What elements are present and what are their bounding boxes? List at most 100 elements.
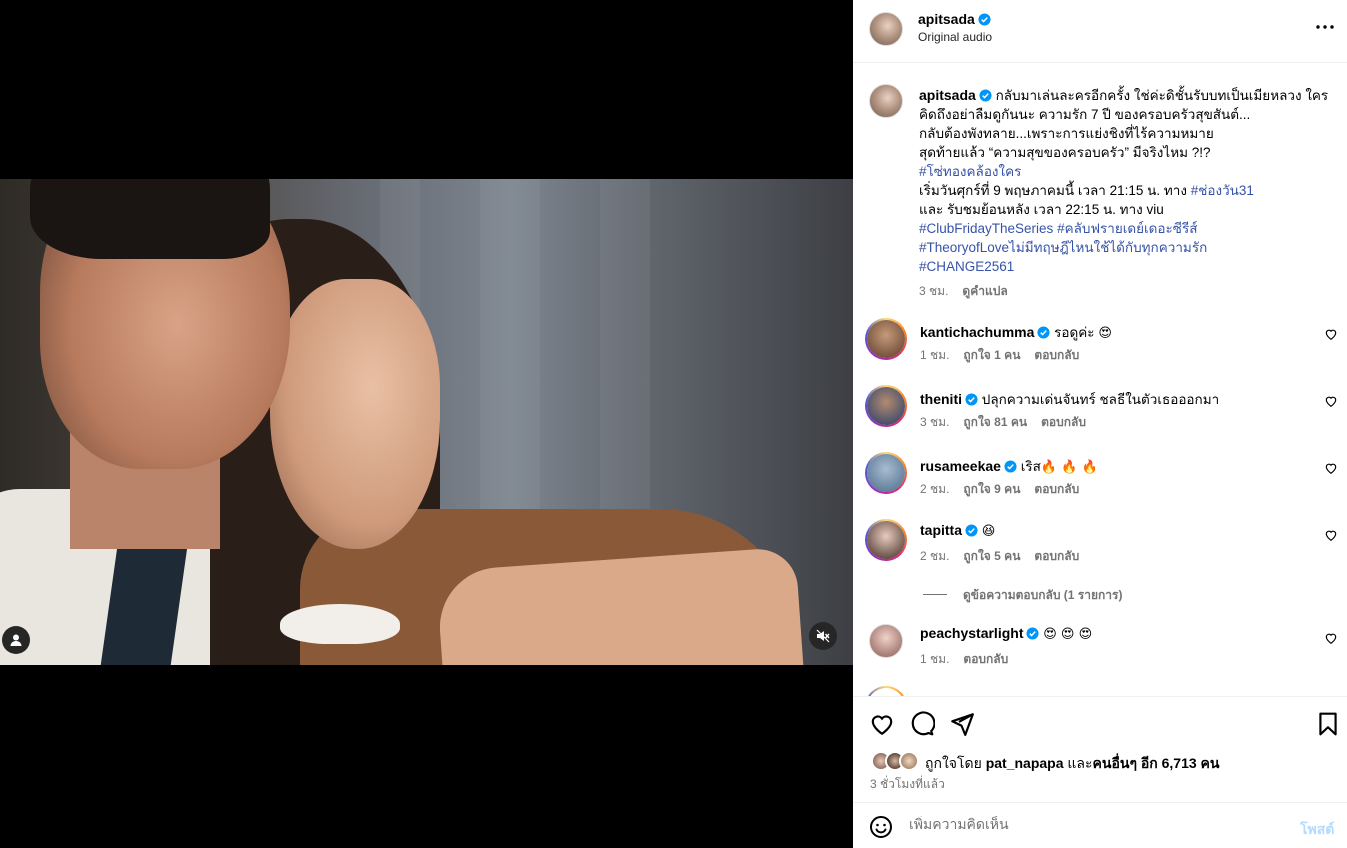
post-caption: apitsada กลับมาเล่นละครอีกครั้ง ใช่ค่ะดิ… [919, 86, 1328, 301]
comment-row: rusameekae เริส🔥 🔥 🔥 2 ชม. ถูกใจ 9 คน ตอบก… [853, 452, 1347, 514]
reply-button[interactable]: ตอบกลับ [1041, 415, 1086, 429]
verified-badge-icon [1004, 460, 1017, 473]
comment-row: peachystarlight 😍 😍 😍 1 ชม. ตอบกลับ [853, 624, 1347, 684]
comment-username[interactable]: tapitta [920, 522, 962, 538]
comment-input[interactable] [909, 816, 1269, 832]
avatar[interactable] [869, 624, 903, 658]
comment-emoji: 😆 [981, 524, 996, 539]
comment-time[interactable]: 1 ชม. [920, 348, 949, 362]
tagged-users-button[interactable] [2, 626, 30, 654]
comment-text: รอดูค่ะ [1054, 325, 1099, 340]
caption-line: และ รับชมย้อนหลัง เวลา 22:15 น. ทาง viu [919, 202, 1164, 217]
comment-likes[interactable]: ถูกใจ 1 คน [963, 348, 1020, 362]
comment-text: ปลุกความเด่นจันทร์ ชลธีในตัวเธอออกมา [981, 392, 1220, 407]
comment-likes[interactable]: ถูกใจ 5 คน [963, 549, 1020, 563]
video-player[interactable] [0, 179, 853, 665]
share-icon[interactable] [949, 711, 975, 737]
post-actions: ถูกใจโดย pat_napapa และคนอื่นๆ อีก 6,713… [853, 696, 1347, 802]
caption-line: เริ่มวันศุกร์ที่ 9 พฤษภาคมนี้ เวลา 21:15… [919, 183, 1191, 198]
reply-button[interactable]: ตอบกลับ [963, 652, 1008, 666]
mute-toggle-button[interactable] [809, 622, 837, 650]
post-side-panel: apitsada Original audio apitsada กลับมาเ… [853, 0, 1347, 848]
emoji-picker-icon[interactable] [869, 815, 893, 839]
hashtag-link[interactable]: #คลับฟรายเดย์เดอะซีรีส์ [1057, 221, 1197, 236]
heart-icon[interactable] [869, 711, 895, 737]
user-icon [10, 634, 22, 646]
comment-likes[interactable]: ถูกใจ 9 คน [963, 482, 1020, 496]
verified-badge-icon [965, 524, 978, 537]
comment-heart-icon[interactable] [1324, 461, 1338, 475]
caption-line: คิดถึงอย่าลืมดูกันนะ ความรัก 7 ปี ของครอ… [919, 107, 1251, 122]
caption-time[interactable]: 3 ชม. [919, 284, 948, 298]
post-comment-button[interactable]: โพสต์ [1300, 819, 1334, 841]
comment-row: tapitta 😆 2 ชม. ถูกใจ 5 คน ตอบกลับ [853, 519, 1347, 581]
comment-time[interactable]: 2 ชม. [920, 549, 949, 563]
comment-time[interactable]: 3 ชม. [920, 415, 949, 429]
view-replies-label: ดูข้อความตอบกลับ (1 รายการ) [963, 588, 1123, 602]
audio-label[interactable]: Original audio [918, 30, 992, 44]
caption-username[interactable]: apitsada [919, 87, 976, 103]
liked-by-user[interactable]: pat_napapa [986, 755, 1064, 771]
verified-badge-icon [979, 89, 992, 102]
more-horizontal-icon [1316, 25, 1334, 29]
hashtag-link[interactable]: #CHANGE2561 [919, 257, 1219, 276]
avatar[interactable] [867, 521, 905, 559]
comment-heart-icon[interactable] [1324, 528, 1338, 542]
volume-off-icon [816, 629, 830, 643]
comment-heart-icon[interactable] [1324, 631, 1338, 645]
see-translation-button[interactable]: ดูคำแปล [962, 284, 1007, 298]
caption-line: กลับต้องพังทลาย...เพราะการแย่งชิงที่ไร้ค… [919, 126, 1214, 141]
reply-button[interactable]: ตอบกลับ [1034, 482, 1079, 496]
verified-badge-icon [1026, 627, 1040, 640]
view-replies-button[interactable]: ดูข้อความตอบกลับ (1 รายการ) [923, 586, 1122, 605]
verified-badge-icon [978, 13, 991, 26]
video-figure-woman-face [270, 279, 440, 549]
hashtag-link[interactable]: #ClubFridayTheSeries [919, 221, 1053, 236]
reply-button[interactable]: ตอบกลับ [1034, 549, 1079, 563]
comment-username[interactable]: rusameekae [920, 458, 1001, 474]
avatar[interactable] [867, 387, 905, 425]
comment-time[interactable]: 1 ชม. [920, 652, 949, 666]
liked-by-prefix: ถูกใจโดย [925, 755, 986, 771]
likes-count-link[interactable]: คนอื่นๆ อีก 6,713 คน [1093, 755, 1220, 771]
reply-button[interactable]: ตอบกลับ [1034, 348, 1079, 362]
story-ring[interactable] [865, 686, 907, 696]
media-pane [0, 0, 853, 848]
verified-badge-icon [965, 393, 978, 406]
avatar[interactable] [869, 12, 903, 46]
comment-row: theniti ปลุกความเด่นจันทร์ ชลธีในตัวเธออ… [853, 385, 1347, 447]
comment-text: เริส [1020, 459, 1041, 474]
comment-emoji: 🔥 🔥 🔥 [1040, 460, 1098, 475]
comment-icon[interactable] [909, 711, 935, 737]
post-header: apitsada Original audio [853, 0, 1347, 63]
comment-heart-icon[interactable] [1324, 394, 1338, 408]
instagram-post-modal: apitsada Original audio apitsada กลับมาเ… [0, 0, 1347, 848]
comment-likes[interactable]: ถูกใจ 81 คน [963, 415, 1027, 429]
hashtag-link[interactable]: #โซ่ทองคล้องใคร [919, 162, 1219, 181]
comment-emoji: 😍 [1098, 326, 1112, 341]
avatar[interactable] [869, 84, 903, 118]
avatar[interactable] [899, 751, 919, 771]
more-options-button[interactable] [1315, 17, 1335, 37]
comment-time[interactable]: 2 ชม. [920, 482, 949, 496]
comment-heart-icon[interactable] [1324, 327, 1338, 341]
comment-username[interactable]: kantichachumma [920, 324, 1034, 340]
comment-row: kantichachumma รอดูค่ะ 😍 1 ชม. ถูกใจ 1 คน… [853, 318, 1347, 380]
hashtag-link[interactable]: #ช่องวัน31 [1191, 183, 1254, 198]
replies-divider [923, 594, 947, 595]
caption-line: สุดท้ายแล้ว “ความสุขของครอบครัว” มีจริงไ… [919, 145, 1211, 160]
post-time[interactable]: 3 ชั่วโมงที่แล้ว [870, 775, 945, 794]
post-author-username[interactable]: apitsada [918, 11, 975, 27]
hashtag-link[interactable]: #TheoryofLoveไม่มีทฤษฎีไหนใช้ได้กับทุกคว… [919, 238, 1219, 257]
liked-by-middle: และ [1063, 755, 1093, 771]
comments-list[interactable]: apitsada กลับมาเล่นละครอีกครั้ง ใช่ค่ะดิ… [853, 64, 1347, 696]
comment-username[interactable]: theniti [920, 391, 962, 407]
comment-username[interactable]: peachystarlight [920, 625, 1023, 641]
bookmark-icon[interactable] [1315, 711, 1341, 737]
video-figure-man-hair [30, 179, 270, 259]
avatar[interactable] [867, 454, 905, 492]
add-comment-bar: โพสต์ [853, 802, 1347, 848]
verified-badge-icon [1037, 326, 1050, 339]
comment-emoji: 😍 😍 😍 [1043, 627, 1093, 642]
avatar[interactable] [867, 320, 905, 358]
